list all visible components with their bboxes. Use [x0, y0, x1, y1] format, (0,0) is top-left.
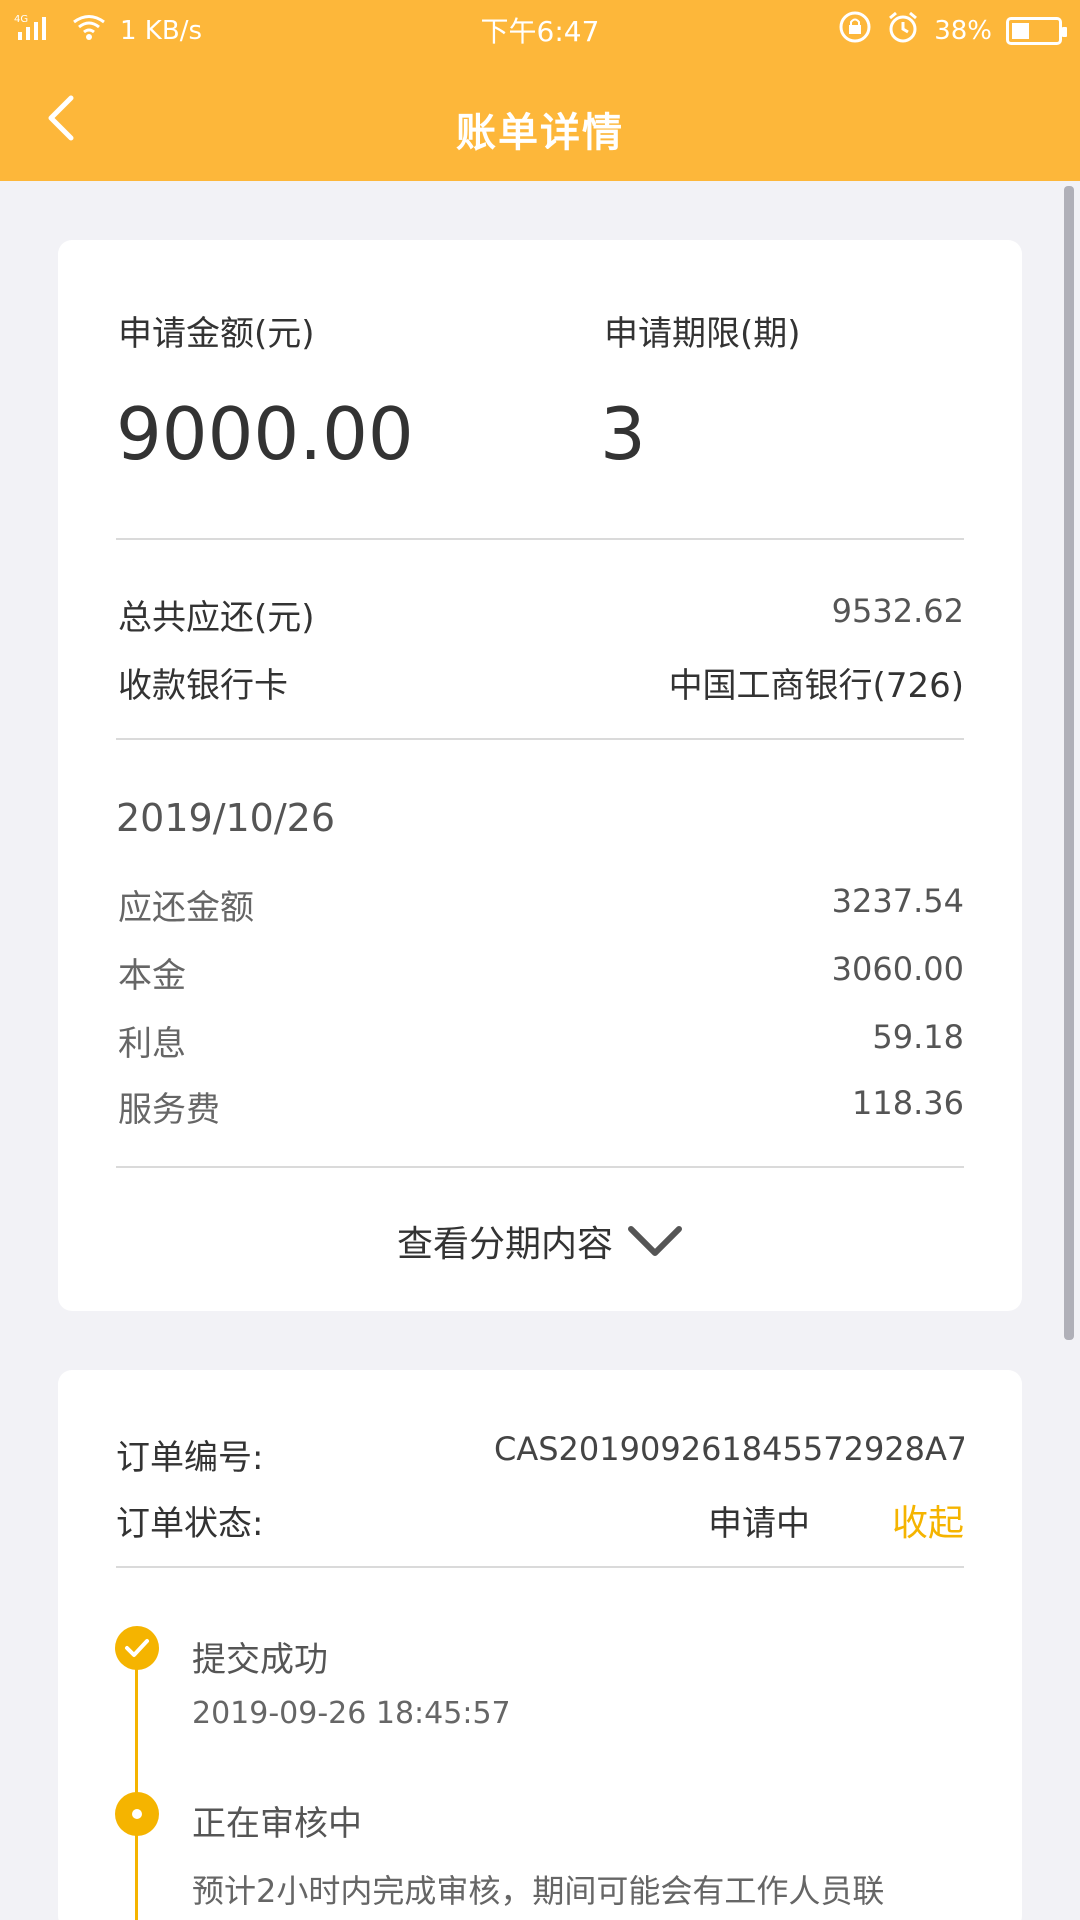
battery-percent: 38%	[934, 15, 992, 46]
bank-card-value: 中国工商银行(726)	[668, 666, 964, 706]
order-number-label: 订单编号:	[116, 1438, 264, 1478]
view-installments-button[interactable]: 查看分期内容	[58, 1215, 1022, 1267]
installment-row-value: 59.18	[872, 1018, 964, 1056]
view-installments-label: 查看分期内容	[396, 1224, 613, 1265]
alarm-icon	[886, 10, 920, 51]
installment-row-label: 利息	[118, 1024, 186, 1064]
status-bar: 4G 1 KB/s 下午6:47 38%	[0, 0, 1080, 58]
chevron-down-icon	[628, 1226, 682, 1256]
divider	[116, 1566, 964, 1568]
bill-summary-card: 申请金额(元) 申请期限(期) 9000.00 3 总共应还(元) 9532.6…	[58, 240, 1022, 1311]
installment-row-label: 服务费	[118, 1090, 220, 1130]
apply-amount-value: 9000.00	[116, 392, 414, 476]
installment-row-value: 3237.54	[831, 882, 964, 920]
timeline-time: 2019-09-26 18:45:57	[192, 1696, 511, 1731]
installment-row-value: 118.36	[852, 1084, 964, 1122]
page-title: 账单详情	[456, 110, 624, 156]
bank-card-label: 收款银行卡	[118, 666, 288, 706]
divider	[116, 538, 964, 540]
collapse-button[interactable]: 收起	[892, 1494, 964, 1546]
order-status-value: 申请中	[708, 1504, 810, 1544]
order-card: 订单编号: CAS2019092618455729​28A77BD3 … 订单状…	[58, 1370, 1022, 1920]
installment-row-label: 应还金额	[118, 888, 254, 928]
total-repay-value: 9532.62	[831, 592, 964, 630]
apply-term-label: 申请期限(期)	[604, 314, 801, 354]
divider	[116, 1166, 964, 1168]
battery-icon	[1006, 16, 1067, 45]
installment-row-value: 3060.00	[831, 950, 964, 988]
check-icon	[115, 1626, 159, 1670]
apply-term-value: 3	[600, 392, 646, 476]
lock-rotation-icon	[838, 10, 872, 51]
scrollbar[interactable]	[1064, 186, 1074, 1340]
timeline-description: 预计2小时内完成审核，期间可能会有工作人员联	[192, 1872, 885, 1910]
timeline-line	[135, 1650, 138, 1920]
apply-amount-label: 申请金额(元)	[118, 314, 315, 354]
installment-date: 2019/10/26	[116, 796, 336, 840]
in-progress-icon	[115, 1792, 159, 1836]
order-status-label: 订单状态:	[116, 1504, 264, 1544]
order-number-value: CAS2019092618455729​28A77BD3 …	[494, 1430, 964, 1468]
divider	[116, 738, 964, 740]
total-repay-label: 总共应还(元)	[118, 598, 315, 638]
app-header: 4G 1 KB/s 下午6:47 38% 账单详情	[0, 0, 1080, 181]
timeline-title: 提交成功	[192, 1640, 328, 1680]
timeline-title: 正在审核中	[192, 1804, 362, 1844]
installment-row-label: 本金	[118, 956, 186, 996]
